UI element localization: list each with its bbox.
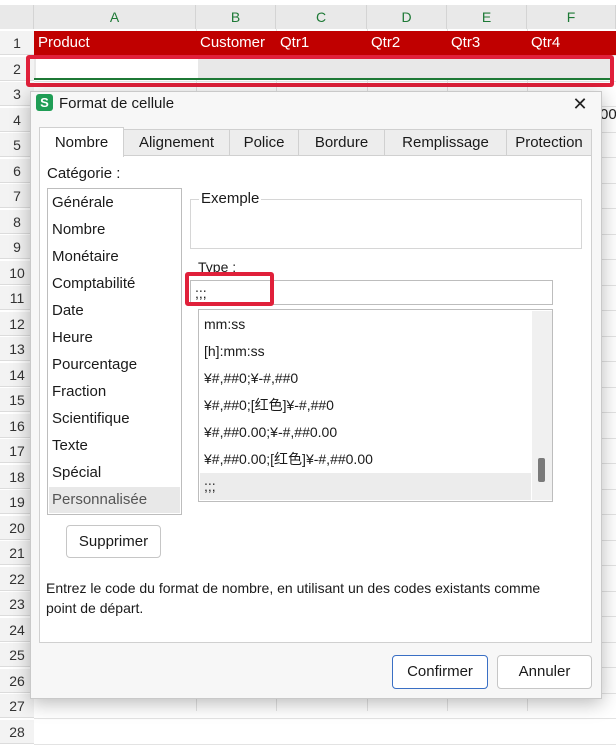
row-header-22[interactable]: 22 <box>0 566 34 591</box>
category-item-heure[interactable]: Heure <box>49 325 180 351</box>
category-label: Catégorie : <box>47 165 121 182</box>
row-header-20[interactable]: 20 <box>0 515 34 540</box>
format-item-selected[interactable]: ;;; <box>200 473 531 500</box>
column-header-d[interactable]: D <box>367 5 447 29</box>
row-header-17[interactable]: 17 <box>0 439 34 463</box>
cancel-button[interactable]: Annuler <box>497 655 592 689</box>
row-header-26[interactable]: 26 <box>0 668 34 693</box>
category-item-monetaire[interactable]: Monétaire <box>49 244 180 270</box>
tab-police[interactable]: Police <box>229 129 299 155</box>
example-label: Exemple <box>199 190 262 207</box>
cell-d1[interactable]: Qtr2 <box>371 31 400 55</box>
row-header-19[interactable]: 19 <box>0 490 34 514</box>
app-icon: S <box>36 94 53 111</box>
header-row-band <box>34 31 616 55</box>
row-header-9[interactable]: 9 <box>0 235 34 259</box>
tab-protection[interactable]: Protection <box>506 129 592 155</box>
format-item[interactable]: ¥#,##0.00;[红色]¥-#,##0.00 <box>200 446 531 473</box>
cell-c1[interactable]: Qtr1 <box>280 31 309 55</box>
category-item-generale[interactable]: Générale <box>49 190 180 216</box>
category-item-pourcentage[interactable]: Pourcentage <box>49 352 180 378</box>
tab-alignement[interactable]: Alignement <box>123 129 230 155</box>
row-header-27[interactable]: 27 <box>0 694 34 718</box>
cell-b1[interactable]: Customer <box>200 31 265 55</box>
column-header-a[interactable]: A <box>34 5 196 29</box>
format-item[interactable]: mm:ss <box>200 311 531 338</box>
row-header-4[interactable]: 4 <box>0 107 34 132</box>
row-header-23[interactable]: 23 <box>0 592 34 616</box>
tab-nombre[interactable]: Nombre <box>39 127 124 157</box>
tab-remplissage[interactable]: Remplissage <box>384 129 507 155</box>
row-header-6[interactable]: 6 <box>0 158 34 183</box>
format-item[interactable]: ¥#,##0;[红色]¥-#,##0 <box>200 392 531 419</box>
close-icon[interactable]: ✕ <box>569 93 591 115</box>
row-header-16[interactable]: 16 <box>0 413 34 438</box>
gridline <box>34 718 616 719</box>
type-input-highlight-box <box>185 272 274 306</box>
row-header-1[interactable]: 1 <box>0 31 34 55</box>
category-item-comptabilite[interactable]: Comptabilité <box>49 271 180 297</box>
scrollbar-thumb[interactable] <box>538 458 545 482</box>
row-header-5[interactable]: 5 <box>0 133 34 157</box>
category-item-nombre[interactable]: Nombre <box>49 217 180 243</box>
format-code-list[interactable]: mm:ss [h]:mm:ss ¥#,##0;¥-#,##0 ¥#,##0;[红… <box>198 309 553 502</box>
cell-a1[interactable]: Product <box>38 31 90 55</box>
cell-e1[interactable]: Qtr3 <box>451 31 480 55</box>
select-all-corner[interactable] <box>0 5 34 29</box>
column-header-c[interactable]: C <box>276 5 367 29</box>
row-header-13[interactable]: 13 <box>0 337 34 361</box>
row-header-21[interactable]: 21 <box>0 541 34 565</box>
help-text: Entrez le code du format de nombre, en u… <box>46 580 541 616</box>
column-header-e[interactable]: E <box>447 5 527 29</box>
category-list[interactable]: Générale Nombre Monétaire Comptabilité D… <box>47 188 182 515</box>
delete-button[interactable]: Supprimer <box>66 525 161 558</box>
row-header-28[interactable]: 28 <box>0 719 34 744</box>
category-item-fraction[interactable]: Fraction <box>49 379 180 405</box>
row-2-highlight-box <box>26 55 614 87</box>
format-item[interactable]: ¥#,##0;¥-#,##0 <box>200 365 531 392</box>
category-item-date[interactable]: Date <box>49 298 180 324</box>
format-item[interactable]: [h]:mm:ss <box>200 338 531 365</box>
format-cells-dialog: S Format de cellule ✕ Nombre Alignement … <box>30 91 602 699</box>
tab-bordure[interactable]: Bordure <box>298 129 385 155</box>
category-item-scientifique[interactable]: Scientifique <box>49 406 180 432</box>
row-header-7[interactable]: 7 <box>0 184 34 208</box>
row-header-14[interactable]: 14 <box>0 362 34 387</box>
row-header-25[interactable]: 25 <box>0 643 34 667</box>
category-item-texte[interactable]: Texte <box>49 433 180 459</box>
row-header-15[interactable]: 15 <box>0 388 34 412</box>
row-header-11[interactable]: 11 <box>0 286 34 310</box>
cell-f1[interactable]: Qtr4 <box>531 31 560 55</box>
dialog-titlebar[interactable]: S Format de cellule ✕ <box>31 92 601 116</box>
column-header-b[interactable]: B <box>196 5 276 29</box>
row-header-10[interactable]: 10 <box>0 260 34 285</box>
row-header-24[interactable]: 24 <box>0 617 34 642</box>
row-header-18[interactable]: 18 <box>0 464 34 489</box>
category-item-personnalisee[interactable]: Personnalisée <box>49 487 180 513</box>
gridline <box>34 743 616 745</box>
confirm-button[interactable]: Confirmer <box>392 655 488 689</box>
dialog-title: Format de cellule <box>59 95 175 112</box>
category-item-special[interactable]: Spécial <box>49 460 180 486</box>
cell-text-fragment: 00 <box>600 106 616 123</box>
column-header-f[interactable]: F <box>527 5 616 29</box>
format-item[interactable]: ¥#,##0.00;¥-#,##0.00 <box>200 419 531 446</box>
row-header-8[interactable]: 8 <box>0 209 34 234</box>
row-header-12[interactable]: 12 <box>0 311 34 336</box>
